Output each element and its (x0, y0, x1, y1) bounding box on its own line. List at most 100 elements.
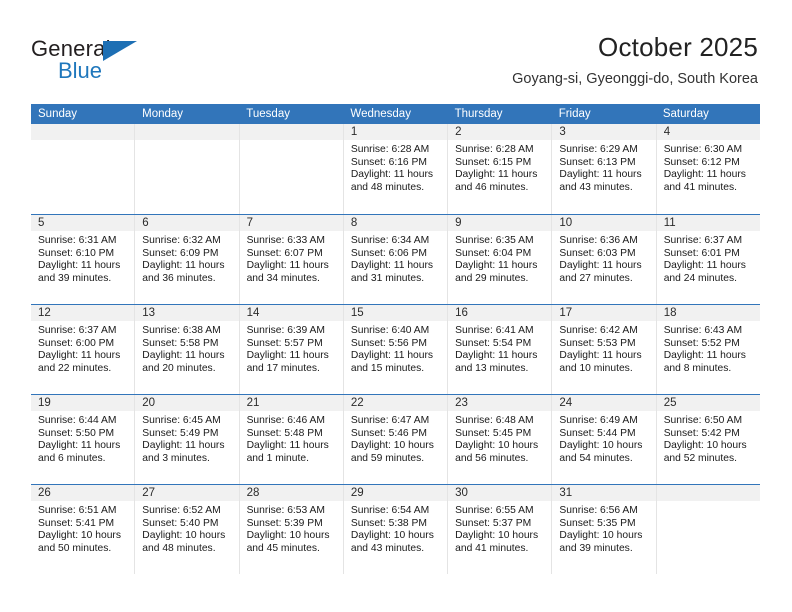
day-cell: 16 Sunrise: 6:41 AM Sunset: 5:54 PM Dayligh… (447, 305, 552, 394)
sunset-text: Sunset: 5:45 PM (455, 427, 532, 439)
daylight-text-line2: and 1 minute. (246, 452, 309, 464)
day-number: 9 (448, 215, 552, 231)
sunrise-text: Sunrise: 6:48 AM (455, 415, 534, 426)
day-number: 15 (343, 305, 448, 321)
day-number: 27 (135, 485, 239, 501)
daylight-text-line1: Daylight: 11 hours (142, 440, 225, 452)
day-number: 23 (448, 395, 552, 411)
daylight-text-line2: and 59 minutes. (350, 452, 425, 464)
daylight-text-line2: and 29 minutes. (455, 272, 529, 284)
day-info: Sunrise: 6:45 AM Sunset: 5:49 PM Daylight:… (135, 411, 238, 465)
weekday-header-wednesday: Wednesday (350, 108, 411, 120)
day-cell: 5 Sunrise: 6:31 AM Sunset: 6:10 PM Daylight… (31, 215, 135, 304)
daylight-text-line2: and 22 minutes. (38, 362, 112, 374)
day-number: 19 (31, 395, 135, 411)
sunset-text: Sunset: 6:01 PM (663, 247, 740, 259)
daylight-text-line1: Daylight: 11 hours (246, 440, 329, 452)
day-number: 18 (656, 305, 760, 321)
day-info: Sunrise: 6:35 AM Sunset: 6:04 PM Daylight:… (448, 231, 551, 285)
day-info: Sunrise: 6:56 AM Sunset: 5:35 PM Daylight:… (552, 501, 655, 555)
sunset-text: Sunset: 5:49 PM (142, 427, 219, 439)
sunrise-text: Sunrise: 6:34 AM (350, 235, 430, 246)
daylight-text-line1: Daylight: 10 hours (559, 440, 643, 452)
day-number: 12 (31, 305, 135, 321)
day-number: 14 (239, 305, 343, 321)
daylight-text-line1: Daylight: 10 hours (350, 440, 434, 452)
day-cell: 22 Sunrise: 6:47 AM Sunset: 5:46 PM Dayligh… (342, 395, 448, 484)
day-info: Sunrise: 6:40 AM Sunset: 5:56 PM Daylight:… (344, 321, 447, 375)
daylight-text-line2: and 36 minutes. (142, 272, 216, 284)
sunrise-text: Sunrise: 6:40 AM (350, 325, 430, 336)
day-cell: 8 Sunrise: 6:34 AM Sunset: 6:06 PM Daylight… (342, 215, 448, 304)
weekday-header-monday: Monday (142, 108, 184, 120)
day-cell: 26 Sunrise: 6:51 AM Sunset: 5:41 PM Dayligh… (31, 485, 135, 574)
daylight-text-line2: and 6 minutes. (38, 452, 106, 464)
sunset-text: Sunset: 6:00 PM (38, 337, 115, 349)
sunrise-text: Sunrise: 6:42 AM (559, 325, 638, 336)
day-info: Sunrise: 6:54 AM Sunset: 5:38 PM Daylight:… (344, 501, 447, 555)
sunrise-text: Sunrise: 6:38 AM (142, 325, 221, 336)
day-info: Sunrise: 6:46 AM Sunset: 5:48 PM Daylight:… (240, 411, 343, 465)
day-info: Sunrise: 6:43 AM Sunset: 5:52 PM Daylight:… (657, 321, 760, 375)
daylight-text-line1: Daylight: 11 hours (559, 350, 642, 362)
day-cell: 13 Sunrise: 6:38 AM Sunset: 5:58 PM Dayligh… (134, 305, 239, 394)
daylight-text-line1: Daylight: 11 hours (246, 260, 329, 272)
day-info: Sunrise: 6:28 AM Sunset: 6:15 PM Daylight:… (448, 140, 551, 194)
day-number: 8 (343, 215, 448, 231)
sunset-text: Sunset: 6:06 PM (350, 247, 427, 259)
sunset-text: Sunset: 5:58 PM (142, 337, 219, 349)
day-cell: 24 Sunrise: 6:49 AM Sunset: 5:44 PM Dayligh… (551, 395, 656, 484)
day-cell: 21 Sunrise: 6:46 AM Sunset: 5:48 PM Dayligh… (238, 395, 343, 484)
sunset-text: Sunset: 5:53 PM (559, 337, 636, 349)
day-info: Sunrise: 6:50 AM Sunset: 5:42 PM Daylight:… (657, 411, 760, 465)
day-number: 21 (239, 395, 343, 411)
sunset-text: Sunset: 5:35 PM (559, 517, 636, 529)
sunset-text: Sunset: 5:41 PM (38, 517, 115, 529)
daylight-text-line1: Daylight: 10 hours (663, 440, 747, 452)
sunrise-text: Sunrise: 6:28 AM (350, 144, 430, 155)
sunset-text: Sunset: 5:38 PM (350, 517, 427, 529)
daylight-text-line2: and 15 minutes. (350, 362, 425, 374)
daylight-text-line2: and 34 minutes. (246, 272, 320, 284)
day-cell: 3 Sunrise: 6:29 AM Sunset: 6:13 PM Daylight… (551, 124, 656, 214)
week-row: 26 Sunrise: 6:51 AM Sunset: 5:41 PM Dayligh… (31, 484, 760, 574)
day-info: Sunrise: 6:31 AM Sunset: 6:10 PM Daylight:… (31, 231, 134, 285)
day-info: Sunrise: 6:39 AM Sunset: 5:57 PM Daylight:… (240, 321, 343, 375)
day-number: 28 (239, 485, 343, 501)
sunrise-text: Sunrise: 6:29 AM (559, 144, 638, 155)
daylight-text-line2: and 3 minutes. (142, 452, 210, 464)
sunset-text: Sunset: 5:44 PM (559, 427, 636, 439)
sunrise-text: Sunrise: 6:45 AM (142, 415, 221, 426)
day-cell: 23 Sunrise: 6:48 AM Sunset: 5:45 PM Dayligh… (447, 395, 552, 484)
day-number: 7 (239, 215, 343, 231)
daylight-text-line2: and 8 minutes. (663, 362, 732, 374)
day-info: Sunrise: 6:28 AM Sunset: 6:16 PM Daylight:… (344, 140, 447, 194)
sunrise-text: Sunrise: 6:31 AM (38, 235, 117, 246)
daylight-text-line2: and 48 minutes. (350, 181, 425, 193)
day-number: 13 (135, 305, 239, 321)
general-blue-logo: General Blue (31, 36, 161, 84)
sunset-text: Sunset: 6:07 PM (246, 247, 323, 259)
day-cell: 19 Sunrise: 6:44 AM Sunset: 5:50 PM Dayligh… (31, 395, 135, 484)
day-cell: 4 Sunrise: 6:30 AM Sunset: 6:12 PM Daylight… (655, 124, 760, 214)
week-row: 19 Sunrise: 6:44 AM Sunset: 5:50 PM Dayligh… (31, 394, 760, 484)
day-cell-empty (238, 124, 343, 214)
daylight-text-line1: Daylight: 11 hours (350, 350, 434, 362)
weekday-header-friday: Friday (558, 108, 591, 120)
sunset-text: Sunset: 6:10 PM (38, 247, 115, 259)
daylight-text-line2: and 39 minutes. (559, 542, 633, 554)
daylight-text-line2: and 41 minutes. (663, 181, 737, 193)
day-cell: 2 Sunrise: 6:28 AM Sunset: 6:15 PM Daylight… (447, 124, 552, 214)
day-number: 26 (31, 485, 135, 501)
sunrise-text: Sunrise: 6:35 AM (455, 235, 534, 246)
daylight-text-line2: and 41 minutes. (455, 542, 529, 554)
day-number (656, 485, 760, 501)
daylight-text-line1: Daylight: 10 hours (350, 530, 434, 542)
sunrise-text: Sunrise: 6:47 AM (350, 415, 430, 426)
daylight-text-line2: and 56 minutes. (455, 452, 529, 464)
daylight-text-line1: Daylight: 11 hours (246, 350, 329, 362)
daylight-text-line2: and 50 minutes. (38, 542, 112, 554)
sunset-text: Sunset: 5:42 PM (663, 427, 740, 439)
day-cell: 18 Sunrise: 6:43 AM Sunset: 5:52 PM Dayligh… (655, 305, 760, 394)
daylight-text-line2: and 54 minutes. (559, 452, 633, 464)
